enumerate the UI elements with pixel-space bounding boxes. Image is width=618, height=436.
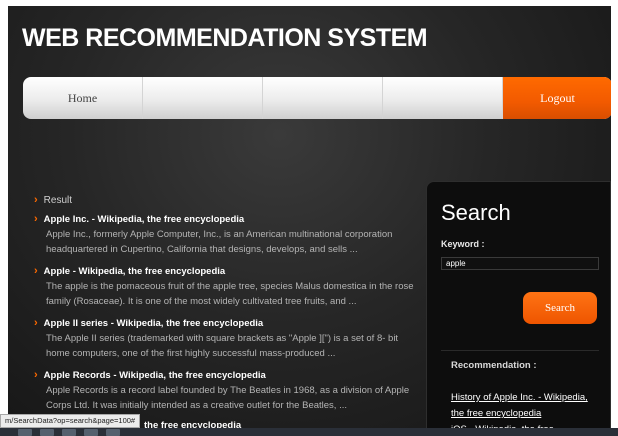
site-title: WEB RECOMMENDATION SYSTEM — [22, 24, 428, 52]
result-item: › Apple II series - Wikipedia, the free … — [34, 316, 414, 361]
divider — [441, 350, 599, 351]
nav-item-empty[interactable] — [143, 77, 263, 119]
recommendation-link[interactable]: History of Apple Inc. - Wikipedia, the f… — [451, 390, 601, 422]
results-list: › Result › Apple Inc. - Wikipedia, the f… — [34, 192, 414, 431]
search-button[interactable]: Search — [523, 292, 597, 324]
result-title-link[interactable]: › Apple II series - Wikipedia, the free … — [34, 316, 414, 330]
chevron-right-icon: › — [34, 317, 38, 329]
chevron-right-icon: › — [34, 369, 38, 381]
main-navigation: Home Logout — [23, 77, 611, 119]
result-title[interactable]: Apple Records - Wikipedia, the free ency… — [44, 370, 266, 381]
result-item: › Apple Records - Wikipedia, the free en… — [34, 368, 414, 413]
taskbar-button[interactable] — [106, 429, 120, 436]
result-description: The Apple II series (trademarked with sq… — [46, 333, 399, 359]
result-item: › Apple - Wikipedia, the free encycloped… — [34, 264, 414, 309]
chevron-right-icon: › — [34, 194, 38, 206]
logout-button[interactable]: Logout — [503, 77, 611, 119]
result-title[interactable]: Apple II series - Wikipedia, the free en… — [44, 318, 264, 329]
result-title-link[interactable]: › Apple Inc. - Wikipedia, the free encyc… — [34, 212, 414, 226]
result-title-link[interactable]: › Apple - Wikipedia, the free encycloped… — [34, 264, 414, 278]
nav-item-empty[interactable] — [263, 77, 383, 119]
browser-status-bar: m/SearchData?op=search&page=100# — [0, 414, 141, 428]
page: WEB RECOMMENDATION SYSTEM Home Logout › … — [8, 6, 611, 436]
result-title-link[interactable]: › Apple Records - Wikipedia, the free en… — [34, 368, 414, 382]
result-title[interactable]: Apple - Wikipedia, the free encyclopedia — [44, 266, 226, 277]
search-heading: Search — [441, 200, 511, 225]
result-description: Apple Records is a record label founded … — [46, 385, 410, 411]
result-title[interactable]: Apple Inc. - Wikipedia, the free encyclo… — [44, 214, 245, 225]
result-item: › Apple Inc. - Wikipedia, the free encyc… — [34, 212, 414, 257]
search-panel: Search Keyword : Search Recommendation :… — [426, 181, 611, 436]
taskbar-button[interactable] — [84, 429, 98, 436]
keyword-label: Keyword : — [441, 239, 485, 249]
result-description: The apple is the pomaceous fruit of the … — [46, 281, 414, 307]
recommendation-heading: Recommendation : — [451, 360, 537, 371]
keyword-input[interactable] — [441, 257, 599, 270]
taskbar-button[interactable] — [40, 429, 54, 436]
taskbar-button[interactable] — [62, 429, 76, 436]
results-heading-label: Result — [43, 194, 73, 206]
taskbar-button[interactable] — [18, 429, 32, 436]
results-heading: › Result — [34, 192, 414, 208]
chevron-right-icon: › — [34, 213, 38, 225]
nav-item-empty[interactable] — [383, 77, 503, 119]
chevron-right-icon: › — [34, 265, 38, 277]
nav-home[interactable]: Home — [23, 77, 143, 119]
result-description: Apple Inc., formerly Apple Computer, Inc… — [46, 229, 393, 255]
